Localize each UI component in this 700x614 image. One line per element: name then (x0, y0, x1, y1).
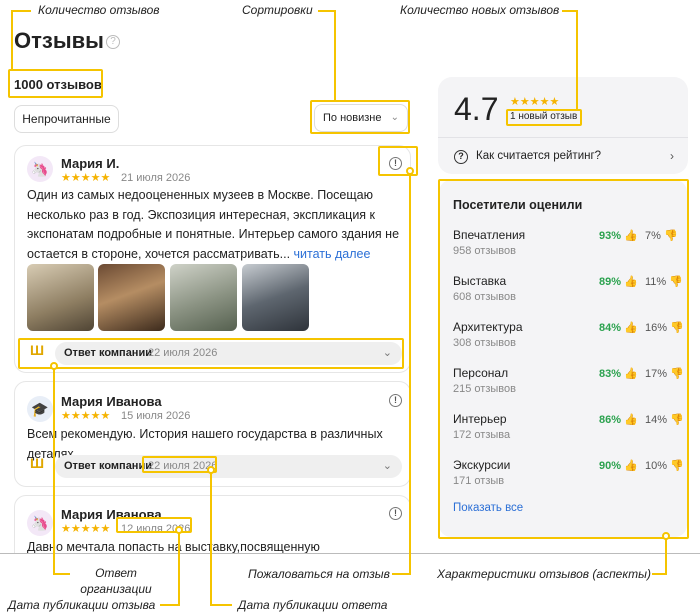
rating-stars: ★★★★★ (61, 410, 111, 422)
thumb-up-icon: 👍 (624, 368, 638, 380)
annotation-aspects: Характеристики отзывов (аспекты) (437, 567, 651, 581)
aspect-name: Выставка (453, 274, 507, 288)
aspect-negative: 11% 👎 (645, 276, 683, 288)
rating-value: 4.7 (454, 91, 499, 127)
chevron-down-icon: ⌄ (390, 112, 399, 123)
thumb-down-icon: 👎 (669, 276, 683, 288)
aspect-name: Интерьер (453, 412, 507, 426)
chevron-down-icon: ⌄ (382, 460, 392, 472)
page-title: Отзывы (14, 28, 104, 53)
aspect-positive: 90% 👍 (599, 460, 638, 472)
review-text: Один из самых недооцененных музеев в Мос… (27, 186, 407, 264)
aspect-count: 958 отзывов (453, 245, 516, 257)
thumb-up-icon: 👍 (624, 460, 638, 472)
company-logo-icon: Ш (30, 455, 44, 471)
reviewer-name: Мария И. (61, 156, 120, 171)
aspect-name: Экскурсии (453, 458, 511, 472)
rating-card: 4.7 ★★★★★ 1 новый отзыв ? Как считается … (438, 77, 688, 174)
aspect-name: Архитектура (453, 320, 523, 334)
reply-label: Ответ компании (64, 460, 152, 472)
review-date: 21 июля 2026 (121, 172, 191, 184)
annotation-review-date: Дата публикации отзыва (8, 598, 156, 612)
aspect-name: Впечатления (453, 228, 526, 242)
aspect-count: 215 отзывов (453, 383, 516, 395)
annotation-sorting: Сортировки (242, 3, 313, 17)
aspect-negative: 10% 👎 (645, 460, 684, 472)
annotation-reviews-count: Количество отзывов (38, 3, 160, 17)
company-reply-toggle[interactable]: Ответ компании 22 июля 2026 ⌄ (55, 455, 402, 478)
annotation-complain: Пожаловаться на отзыв (248, 567, 390, 581)
unicorn-avatar-icon: 🦄 (27, 156, 53, 182)
review-photo[interactable] (170, 264, 237, 331)
sort-select[interactable]: По новизне ⌄ (314, 104, 408, 132)
company-logo-icon: Ш (30, 342, 44, 358)
aspect-negative: 14% 👎 (645, 414, 684, 426)
graduation-cap-avatar-icon: 🎓 (27, 396, 53, 422)
reviewer-name: Мария Иванова (61, 394, 162, 409)
thumb-down-icon: 👎 (670, 322, 684, 334)
company-reply-toggle[interactable]: Ответ компании 22 июля 2026 ⌄ (55, 342, 402, 365)
aspect-count: 608 отзывов (453, 291, 516, 303)
thumb-up-icon: 👍 (624, 276, 638, 288)
thumb-up-icon: 👍 (624, 414, 638, 426)
sort-select-value: По новизне (323, 112, 382, 124)
annotation-reply-date: Дата публикации ответа (238, 598, 388, 612)
aspect-positive: 89% 👍 (599, 276, 638, 288)
rating-stars: ★★★★★ (61, 172, 111, 184)
review-date: 15 июля 2026 (121, 410, 191, 422)
rating-explanation-link[interactable]: Как считается рейтинг? (476, 150, 601, 162)
show-all-aspects-link[interactable]: Показать все (453, 502, 523, 514)
annotation-org-reply: Ответ организации (80, 566, 152, 596)
divider (0, 553, 700, 554)
aspect-positive: 84% 👍 (599, 322, 638, 334)
complain-icon[interactable]: ! (389, 394, 402, 407)
annotation-new-reviews: Количество новых отзывов (400, 3, 560, 17)
thumb-down-icon: 👎 (670, 368, 684, 380)
reply-label: Ответ компании (64, 347, 152, 359)
aspect-negative: 7% 👎 (645, 230, 678, 242)
aspect-count: 172 отзыва (453, 429, 511, 441)
thumb-down-icon: 👎 (670, 460, 684, 472)
complain-icon[interactable]: ! (389, 507, 402, 520)
aspect-negative: 16% 👎 (645, 322, 684, 334)
question-circle-icon[interactable]: ? (106, 35, 120, 49)
aspect-count: 308 отзывов (453, 337, 516, 349)
rating-stars: ★★★★★ (61, 523, 111, 535)
aspects-panel: Посетители оценили Впечатления 958 отзыв… (439, 180, 687, 537)
question-circle-icon: ? (454, 150, 468, 164)
thumb-up-icon: 👍 (624, 322, 638, 334)
aspect-positive: 83% 👍 (599, 368, 638, 380)
new-reviews-count[interactable]: 1 новый отзыв (510, 111, 577, 122)
aspect-name: Персонал (453, 366, 509, 380)
aspects-title: Посетители оценили (453, 198, 583, 212)
review-photo[interactable] (242, 264, 309, 331)
thumb-down-icon: 👎 (670, 414, 684, 426)
reply-date: 22 июля 2026 (148, 347, 218, 359)
aspect-positive: 93% 👍 (599, 230, 638, 242)
review-photo[interactable] (98, 264, 165, 331)
thumb-down-icon: 👎 (663, 230, 678, 242)
aspect-count: 171 отзыв (453, 475, 505, 487)
aspect-positive: 86% 👍 (599, 414, 638, 426)
complain-icon[interactable]: ! (389, 157, 402, 170)
aspect-negative: 17% 👎 (645, 368, 684, 380)
thumb-up-icon: 👍 (624, 230, 638, 242)
reviews-count: 1000 отзывов (14, 77, 102, 92)
read-more-link[interactable]: читать далее (294, 247, 371, 261)
unicorn-avatar-icon: 🦄 (27, 510, 53, 536)
unread-filter-button[interactable]: Непрочитанные (14, 105, 119, 133)
rating-stars: ★★★★★ (510, 96, 560, 108)
chevron-down-icon: ⌄ (382, 347, 392, 359)
chevron-right-icon: › (670, 149, 674, 163)
reviewer-name: Мария Иванова (61, 507, 162, 522)
review-card: 🦄 Мария И. ★★★★★ 21 июля 2026 ! Один из … (14, 145, 411, 373)
review-photo[interactable] (27, 264, 94, 331)
